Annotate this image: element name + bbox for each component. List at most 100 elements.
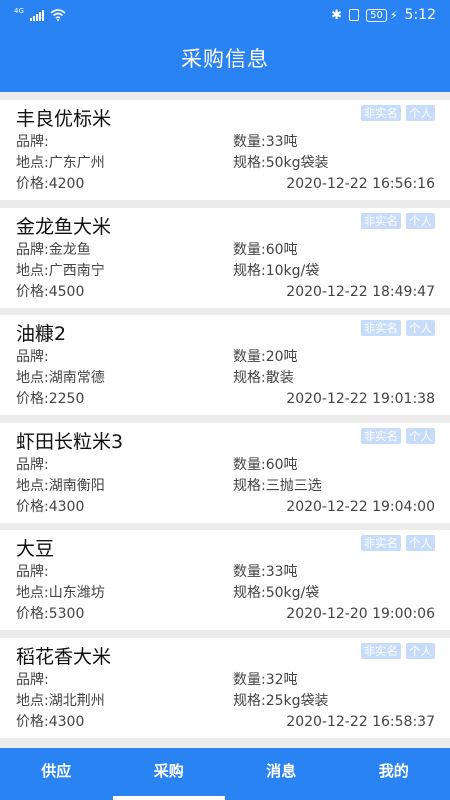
top-bar: 4G ✱ 50 ⚡ 5:12 采购信息 — [0, 0, 450, 92]
spec-field-label: 规格: — [233, 692, 266, 709]
clock: 5:12 — [404, 7, 436, 23]
info-row: 价格:4300 2020-12-22 16:58:37 — [16, 712, 435, 733]
unverified-tag: 非实名 — [360, 212, 401, 229]
price-field-label: 价格: — [16, 391, 49, 407]
quantity-field-label: 数量: — [233, 349, 266, 365]
info-row: 品牌: 数量:60吨 — [16, 455, 435, 476]
tag-group: 非实名 个人 — [360, 320, 435, 336]
purchase-card[interactable]: 虾田长粒米3 非实名 个人 品牌: 数量:60吨 地点:湖南衡阳 规格:三抛三选 价格:430… — [0, 422, 450, 523]
tab-purchase[interactable]: 采购 — [112, 748, 226, 800]
spec-field: 规格:25kg袋装 — [233, 691, 435, 712]
spec-field-label: 规格: — [233, 370, 266, 386]
quantity-field: 数量:33吨 — [233, 562, 435, 583]
location-field-value: 广东广州 — [48, 155, 105, 171]
info-row: 品牌: 数量:32吨 — [16, 670, 435, 691]
location-field-label: 地点: — [16, 585, 49, 601]
quantity-field-label: 数量: — [233, 241, 266, 258]
location-field-value: 广西南宁 — [48, 262, 105, 279]
unverified-tag: 非实名 — [360, 427, 401, 444]
charging-icon: ⚡ — [389, 8, 398, 22]
price-field: 价格:4200 — [16, 174, 233, 195]
purchase-card[interactable]: 稻花香大米 非实名 个人 品牌: 数量:32吨 地点:湖北荆州 规格:25kg袋装 价格:43… — [0, 637, 450, 738]
info-row: 地点:湖南常德 规格:散装 — [16, 368, 435, 389]
page-title: 采购信息 — [181, 47, 269, 71]
bottom-tab-bar: 供应 采购 消息 我的 — [0, 748, 450, 800]
vibrate-icon — [349, 9, 360, 21]
price-field: 价格:2250 — [16, 389, 233, 410]
info-row: 地点:山东潍坊 规格:50kg/袋 — [16, 583, 435, 604]
spec-field-value: 三抛三选 — [265, 477, 322, 494]
personal-tag: 个人 — [406, 212, 435, 229]
tag-group: 非实名 个人 — [360, 427, 435, 444]
quantity-field-value: 60吨 — [265, 456, 298, 473]
info-row: 地点:广西南宁 规格:10kg/袋 — [16, 261, 435, 282]
brand-field: 品牌: — [16, 670, 233, 691]
brand-field: 品牌: — [16, 562, 233, 583]
info-row: 品牌: 数量:20吨 — [16, 347, 435, 368]
wifi-icon — [50, 9, 66, 21]
price-field-value: 4300 — [48, 498, 85, 515]
bluetooth-icon: ✱ — [331, 7, 343, 23]
location-field: 地点:湖南衡阳 — [16, 476, 233, 497]
status-bar: 4G ✱ 50 ⚡ 5:12 — [0, 0, 450, 30]
spec-field: 规格:三抛三选 — [233, 476, 435, 497]
tab-supply[interactable]: 供应 — [0, 748, 113, 800]
location-field: 地点:广西南宁 — [16, 261, 233, 282]
quantity-field-label: 数量: — [233, 134, 266, 150]
post-date: 2020-12-22 16:58:37 — [286, 713, 435, 730]
spec-field-value: 散装 — [265, 370, 294, 386]
network-type: 4G — [14, 6, 24, 15]
location-field-label: 地点: — [16, 692, 49, 709]
location-field-label: 地点: — [16, 155, 49, 171]
post-date: 2020-12-22 19:04:00 — [286, 498, 435, 515]
price-field-value: 2250 — [48, 391, 85, 407]
unverified-tag: 非实名 — [360, 642, 401, 659]
brand-field: 品牌: — [16, 347, 233, 368]
brand-field-label: 品牌: — [16, 456, 49, 473]
unverified-tag: 非实名 — [360, 105, 401, 121]
purchase-card[interactable]: 丰良优标米 非实名 个人 品牌: 数量:33吨 地点:广东广州 规格:50kg袋装 价格:42… — [0, 100, 450, 200]
spec-field: 规格:10kg/袋 — [233, 261, 435, 282]
quantity-field: 数量:20吨 — [233, 347, 435, 368]
info-row: 品牌: 数量:33吨 — [16, 562, 435, 583]
quantity-field-value: 60吨 — [265, 241, 298, 258]
quantity-field: 数量:60吨 — [233, 455, 435, 476]
personal-tag: 个人 — [406, 535, 435, 551]
location-field-label: 地点: — [16, 262, 49, 279]
spec-field-value: 10kg/袋 — [265, 262, 320, 279]
quantity-field: 数量:60吨 — [233, 240, 435, 261]
brand-field-label: 品牌: — [16, 564, 49, 580]
price-field-value: 4300 — [48, 713, 85, 730]
tab-mine[interactable]: 我的 — [338, 748, 450, 800]
post-date: 2020-12-20 19:00:06 — [286, 606, 435, 622]
brand-field: 品牌:金龙鱼 — [16, 240, 233, 261]
info-row: 价格:5300 2020-12-20 19:00:06 — [16, 604, 435, 625]
tag-group: 非实名 个人 — [360, 642, 435, 659]
purchase-card[interactable]: 油糠2 非实名 个人 品牌: 数量:20吨 地点:湖南常德 规格:散装 价格:2250 2020… — [0, 315, 450, 415]
location-field: 地点:湖北荆州 — [16, 691, 233, 712]
location-field-value: 湖南衡阳 — [48, 477, 105, 494]
quantity-field-label: 数量: — [233, 564, 266, 580]
price-field: 价格:5300 — [16, 604, 233, 625]
price-field-label: 价格: — [16, 713, 49, 730]
tag-group: 非实名 个人 — [360, 212, 435, 229]
location-field-label: 地点: — [16, 477, 49, 494]
brand-field-label: 品牌: — [16, 671, 49, 688]
price-field-label: 价格: — [16, 606, 49, 622]
spec-field-value: 25kg袋装 — [265, 692, 329, 709]
personal-tag: 个人 — [406, 105, 435, 121]
location-field-value: 湖北荆州 — [48, 692, 105, 709]
price-field-value: 5300 — [48, 606, 85, 622]
personal-tag: 个人 — [406, 320, 435, 336]
brand-field-label: 品牌: — [16, 134, 49, 150]
spec-field-label: 规格: — [233, 477, 266, 494]
info-row: 品牌: 数量:33吨 — [16, 132, 435, 153]
quantity-field-value: 33吨 — [265, 564, 298, 580]
purchase-card[interactable]: 金龙鱼大米 非实名 个人 品牌:金龙鱼 数量:60吨 地点:广西南宁 规格:10kg/袋 价格… — [0, 207, 450, 308]
spec-field: 规格:50kg/袋 — [233, 583, 435, 604]
purchase-list[interactable]: 丰良优标米 非实名 个人 品牌: 数量:33吨 地点:广东广州 规格:50kg袋装 价格:42… — [0, 100, 450, 745]
price-field-value: 4200 — [48, 176, 85, 192]
purchase-card[interactable]: 大豆 非实名 个人 品牌: 数量:33吨 地点:山东潍坊 规格:50kg/袋 价格:5300 2… — [0, 530, 450, 630]
tab-messages[interactable]: 消息 — [225, 748, 338, 800]
price-field-label: 价格: — [16, 176, 49, 192]
